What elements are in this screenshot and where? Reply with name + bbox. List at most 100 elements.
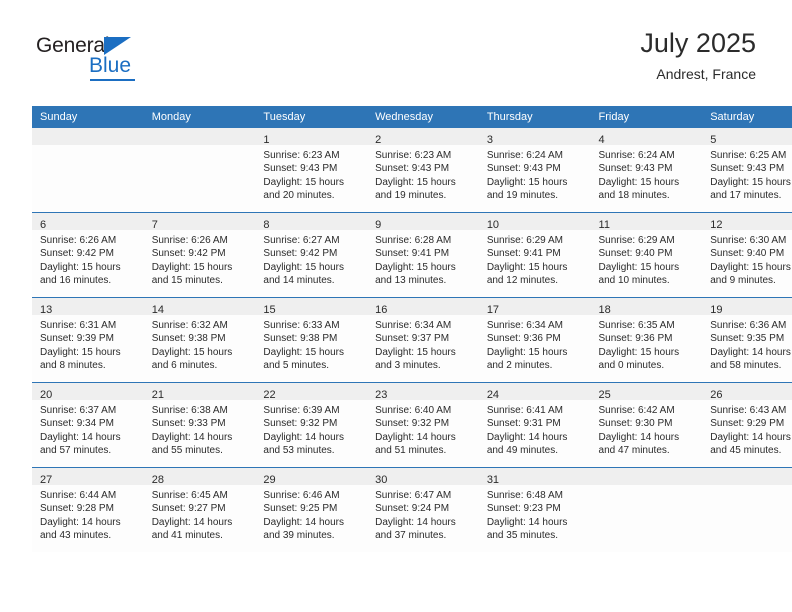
calendar-day-cell[interactable]: 25 Sunrise: 6:42 AM Sunset: 9:30 PM Dayligh… <box>590 382 703 468</box>
day-number: 2 <box>375 134 382 146</box>
day-cell-details: Sunrise: 6:42 AM Sunset: 9:30 PM Daylight:… <box>591 400 703 457</box>
calendar-day-cell[interactable]: 28 Sunrise: 6:45 AM Sunset: 9:27 PM Dayligh… <box>143 467 256 552</box>
calendar-day-cell[interactable]: 22 Sunrise: 6:39 AM Sunset: 9:32 PM Dayligh… <box>255 382 368 468</box>
day-number: 27 <box>40 474 53 486</box>
day-detail-line: Sunrise: 6:24 AM <box>598 150 675 161</box>
day-cell-inner: 27 Sunrise: 6:44 AM Sunset: 9:28 PM Dayligh… <box>32 468 144 552</box>
day-detail-line: Daylight: 15 hours <box>710 176 791 188</box>
day-detail-line: and 0 minutes. <box>598 359 665 371</box>
day-cell-details: Sunrise: 6:26 AM Sunset: 9:42 PM Daylight:… <box>32 230 144 287</box>
calendar-day-cell[interactable]: 2 Sunrise: 6:23 AM Sunset: 9:43 PM Daylight… <box>367 128 479 213</box>
calendar-day-cell[interactable]: 7 Sunrise: 6:26 AM Sunset: 9:42 PM Daylight… <box>143 212 256 298</box>
day-detail-line: Daylight: 14 hours <box>710 346 791 358</box>
day-cell-inner: 9 Sunrise: 6:28 AM Sunset: 9:41 PM Daylight… <box>367 213 479 297</box>
calendar-day-cell[interactable]: 30 Sunrise: 6:47 AM Sunset: 9:24 PM Dayligh… <box>367 467 479 552</box>
day-detail-line: Sunrise: 6:46 AM <box>263 490 340 501</box>
calendar-day-cell[interactable]: 11 Sunrise: 6:29 AM Sunset: 9:40 PM Dayligh… <box>590 212 703 298</box>
calendar-day-cell[interactable]: 21 Sunrise: 6:38 AM Sunset: 9:33 PM Dayligh… <box>143 382 256 468</box>
day-detail-line: Daylight: 14 hours <box>375 516 456 528</box>
day-detail-line: and 16 minutes. <box>40 274 112 286</box>
day-detail-line: Daylight: 15 hours <box>486 346 568 358</box>
calendar-day-cell[interactable]: 3 Sunrise: 6:24 AM Sunset: 9:43 PM Daylight… <box>478 128 591 213</box>
day-cell-inner: 2 Sunrise: 6:23 AM Sunset: 9:43 PM Daylight… <box>367 128 479 212</box>
calendar-day-cell[interactable]: 4 Sunrise: 6:24 AM Sunset: 9:43 PM Daylight… <box>590 128 703 213</box>
day-detail-line: Sunset: 9:38 PM <box>263 333 338 345</box>
day-cell-inner: 21 Sunrise: 6:38 AM Sunset: 9:33 PM Dayligh… <box>143 383 256 467</box>
day-number: 12 <box>710 219 723 231</box>
day-number: 7 <box>151 219 158 231</box>
calendar-day-cell[interactable]: 29 Sunrise: 6:46 AM Sunset: 9:25 PM Dayligh… <box>255 467 368 552</box>
day-cell-inner: 10 Sunrise: 6:29 AM Sunset: 9:41 PM Dayligh… <box>478 213 591 297</box>
day-cell-inner: 15 Sunrise: 6:33 AM Sunset: 9:38 PM Dayligh… <box>255 298 368 382</box>
day-detail-line: Sunrise: 6:45 AM <box>151 490 228 501</box>
day-detail-line: Sunrise: 6:32 AM <box>151 320 228 331</box>
calendar-day-cell[interactable]: 23 Sunrise: 6:40 AM Sunset: 9:32 PM Dayligh… <box>367 382 479 468</box>
calendar-week-row: 1 Sunrise: 6:23 AM Sunset: 9:43 PM Daylight… <box>32 128 792 213</box>
calendar-day-cell[interactable]: 9 Sunrise: 6:28 AM Sunset: 9:41 PM Daylight… <box>367 212 479 298</box>
calendar-day-cell[interactable]: 27 Sunrise: 6:44 AM Sunset: 9:28 PM Dayligh… <box>32 467 144 552</box>
day-number-band: 3 <box>478 128 591 146</box>
day-detail-line: Sunset: 9:27 PM <box>151 503 226 515</box>
day-detail-line: Daylight: 15 hours <box>40 346 121 358</box>
day-detail-line: Sunrise: 6:24 AM <box>486 150 563 161</box>
calendar-day-cell[interactable]: 18 Sunrise: 6:35 AM Sunset: 9:36 PM Dayligh… <box>590 297 703 383</box>
day-cell-details: Sunrise: 6:34 AM Sunset: 9:37 PM Daylight:… <box>367 315 479 372</box>
day-number-band: 2 <box>367 128 479 146</box>
day-cell-inner: 5 Sunrise: 6:25 AM Sunset: 9:43 PM Daylight… <box>702 128 792 212</box>
day-detail-line: Sunset: 9:42 PM <box>263 248 338 260</box>
calendar-day-cell[interactable]: 17 Sunrise: 6:34 AM Sunset: 9:36 PM Dayligh… <box>478 297 591 383</box>
day-number-band: 30 <box>367 468 479 486</box>
day-detail-line: Daylight: 14 hours <box>263 516 345 528</box>
calendar-day-cell[interactable]: 16 Sunrise: 6:34 AM Sunset: 9:37 PM Dayligh… <box>367 297 479 383</box>
day-number: 22 <box>263 389 276 401</box>
day-cell-inner: 31 Sunrise: 6:48 AM Sunset: 9:23 PM Dayligh… <box>478 468 591 552</box>
day-number-band <box>32 128 144 145</box>
day-cell-inner <box>590 468 703 552</box>
calendar-day-cell[interactable]: 14 Sunrise: 6:32 AM Sunset: 9:38 PM Dayligh… <box>143 297 256 383</box>
calendar-day-cell[interactable]: 26 Sunrise: 6:43 AM Sunset: 9:29 PM Dayligh… <box>702 382 792 468</box>
calendar-day-cell[interactable]: 12 Sunrise: 6:30 AM Sunset: 9:40 PM Dayligh… <box>702 212 792 298</box>
day-number-band: 18 <box>590 298 703 316</box>
calendar-day-cell[interactable]: 19 Sunrise: 6:36 AM Sunset: 9:35 PM Dayligh… <box>702 297 792 383</box>
calendar-day-cell[interactable]: 15 Sunrise: 6:33 AM Sunset: 9:38 PM Dayligh… <box>255 297 368 383</box>
day-number-band: 6 <box>32 213 144 231</box>
day-cell-inner: 4 Sunrise: 6:24 AM Sunset: 9:43 PM Daylight… <box>590 128 703 212</box>
day-cell-inner: 22 Sunrise: 6:39 AM Sunset: 9:32 PM Dayligh… <box>255 383 368 467</box>
day-detail-line: Sunset: 9:43 PM <box>710 163 785 175</box>
calendar-day-cell[interactable]: 13 Sunrise: 6:31 AM Sunset: 9:39 PM Dayligh… <box>32 297 144 383</box>
day-number-band: 19 <box>702 298 792 316</box>
day-detail-line: and 47 minutes. <box>598 444 670 456</box>
day-detail-line: Sunrise: 6:39 AM <box>263 405 340 416</box>
calendar-day-cell[interactable]: 1 Sunrise: 6:23 AM Sunset: 9:43 PM Daylight… <box>255 128 368 213</box>
day-detail-line: and 13 minutes. <box>375 274 447 286</box>
day-detail-line: and 2 minutes. <box>486 359 553 371</box>
day-detail-line: Sunset: 9:37 PM <box>375 333 450 345</box>
calendar-day-cell[interactable]: 6 Sunrise: 6:26 AM Sunset: 9:42 PM Daylight… <box>32 212 144 298</box>
calendar-day-cell[interactable]: 10 Sunrise: 6:29 AM Sunset: 9:41 PM Dayligh… <box>478 212 591 298</box>
calendar-day-cell[interactable]: 24 Sunrise: 6:41 AM Sunset: 9:31 PM Dayligh… <box>478 382 591 468</box>
day-detail-line: Sunrise: 6:40 AM <box>375 405 452 416</box>
day-detail-line: Sunset: 9:40 PM <box>598 248 673 260</box>
day-detail-line: Sunset: 9:25 PM <box>263 503 338 515</box>
day-detail-line: Sunset: 9:32 PM <box>263 418 338 430</box>
day-number: 17 <box>486 304 500 316</box>
day-detail-line: and 6 minutes. <box>151 359 218 371</box>
day-detail-line: Sunset: 9:39 PM <box>40 333 114 345</box>
calendar-day-cell[interactable]: 5 Sunrise: 6:25 AM Sunset: 9:43 PM Daylight… <box>702 128 792 213</box>
day-number-band <box>143 128 256 145</box>
day-number-band: 31 <box>478 468 591 486</box>
calendar-day-cell[interactable]: 31 Sunrise: 6:48 AM Sunset: 9:23 PM Dayligh… <box>478 467 591 552</box>
calendar-day-cell[interactable]: 8 Sunrise: 6:27 AM Sunset: 9:42 PM Daylight… <box>255 212 368 298</box>
calendar-day-cell-empty <box>590 467 703 552</box>
day-detail-line: Sunset: 9:41 PM <box>375 248 450 260</box>
day-detail-line: and 19 minutes. <box>486 189 558 201</box>
day-detail-line: Daylight: 14 hours <box>151 431 233 443</box>
day-number: 13 <box>40 304 53 316</box>
day-detail-line: Daylight: 14 hours <box>598 431 680 443</box>
day-detail-line: and 39 minutes. <box>263 529 335 541</box>
day-cell-details: Sunrise: 6:30 AM Sunset: 9:40 PM Daylight:… <box>702 230 792 287</box>
day-detail-line: Daylight: 14 hours <box>40 431 121 443</box>
day-number-band: 23 <box>367 383 479 401</box>
calendar-day-cell[interactable]: 20 Sunrise: 6:37 AM Sunset: 9:34 PM Dayligh… <box>32 382 144 468</box>
calendar-head: Sunday Monday Tuesday Wednesday Thursday Frid… <box>32 106 792 128</box>
